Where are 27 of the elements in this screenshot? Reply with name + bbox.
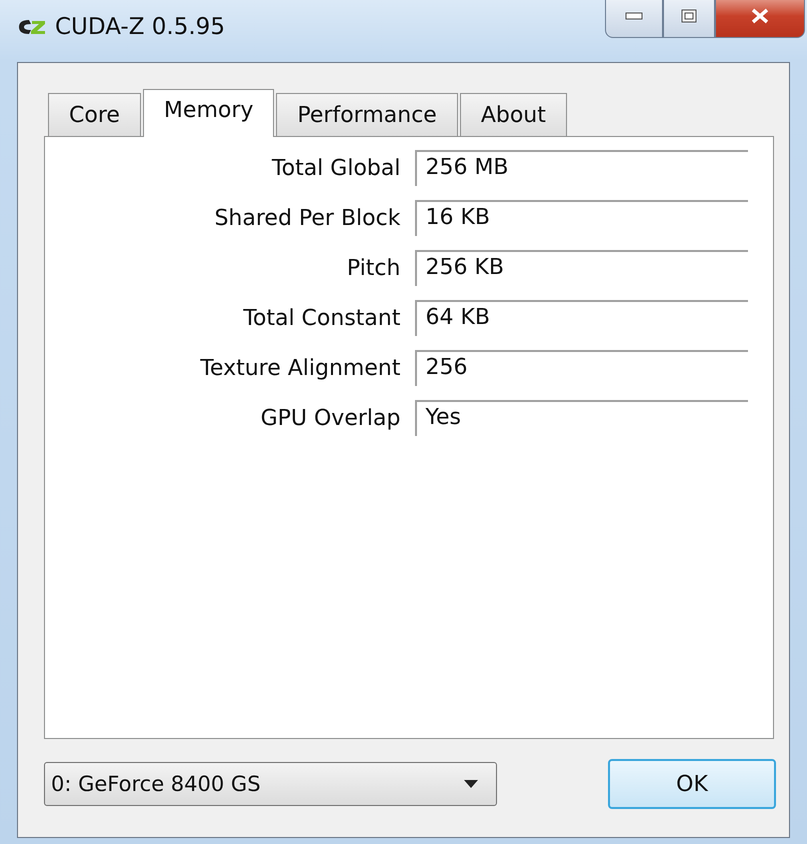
maximize-icon	[681, 9, 697, 23]
field-label: Total Global	[270, 156, 400, 180]
value-field: Yes	[415, 400, 748, 436]
field-label: GPU Overlap	[260, 406, 400, 430]
device-dropdown[interactable]: 0: GeForce 8400 GS	[44, 762, 497, 806]
value-field: 256	[415, 350, 748, 386]
close-button[interactable]	[715, 0, 805, 38]
tab[interactable]: About	[460, 93, 567, 136]
value-field: 16 KB	[415, 200, 748, 236]
minimize-icon	[625, 12, 643, 20]
value-field: 256 KB	[415, 250, 748, 286]
tab[interactable]: Performance	[276, 93, 458, 136]
value-field: 256 MB	[415, 150, 748, 186]
window-title: CUDA-Z 0.5.95	[55, 14, 225, 40]
field-label: Pitch	[346, 256, 400, 280]
app-logo-icon	[17, 17, 47, 37]
field-label: Shared Per Block	[213, 206, 400, 230]
ok-button[interactable]: OK	[608, 759, 776, 809]
maximize-button[interactable]	[663, 0, 715, 38]
field-label: Total Constant	[242, 306, 400, 330]
value-field: 64 KB	[415, 300, 748, 336]
close-icon	[750, 8, 770, 24]
field-label: Texture Alignment	[199, 356, 400, 380]
minimize-button[interactable]	[605, 0, 663, 38]
tab[interactable]: Core	[48, 93, 141, 136]
tab[interactable]: Memory	[142, 89, 274, 137]
dropdown-arrow-icon	[464, 780, 478, 788]
